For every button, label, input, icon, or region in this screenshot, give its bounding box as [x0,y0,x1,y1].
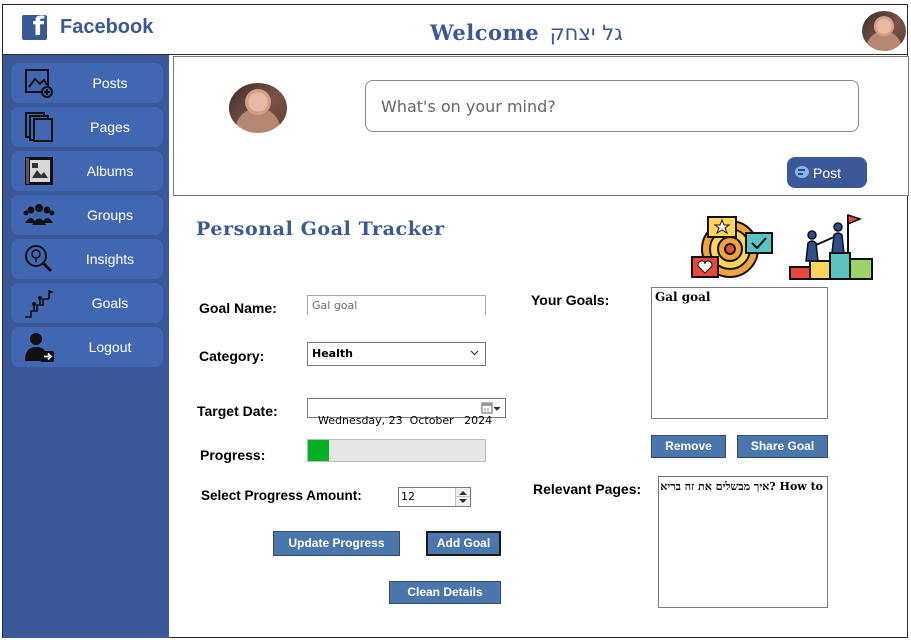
progress-bar [307,439,486,462]
sidebar-item-groups[interactable]: Groups [11,195,163,235]
calendar-dropdown-icon[interactable] [481,402,501,415]
add-goal-button[interactable]: Add Goal [426,531,501,556]
your-goals-label: Your Goals: [531,292,610,308]
sidebar-item-label: Pages [90,119,130,135]
post-input-box[interactable] [365,80,859,132]
category-value: Health [312,347,353,360]
stepper-arrows [455,488,470,506]
profile-avatar[interactable] [862,11,906,51]
list-item[interactable]: How to ?איך מבשלים את זה בריא [659,477,823,493]
stepper-up-button[interactable] [456,488,470,497]
sidebar-item-goals[interactable]: Goals [11,283,163,323]
composer-avatar [229,83,287,133]
team-climb-icon [789,213,873,280]
sidebar-item-albums[interactable]: Albums [11,151,163,191]
sidebar-item-label: Groups [87,207,133,223]
sidebar-item-label: Albums [86,163,134,179]
welcome-label: Welcome [430,20,540,45]
sidebar-item-label: Insights [85,251,135,267]
goal-name-field[interactable] [307,295,486,315]
goals-list[interactable]: Gal goal [651,287,828,419]
select-progress-amount-label: Select Progress Amount: [201,488,362,503]
sidebar-item-pages[interactable]: Pages [11,107,163,147]
stepper-down-button[interactable] [456,497,470,506]
post-button-label: Post [813,165,842,181]
post-button[interactable]: Post [787,157,867,188]
groups-icon [23,204,55,225]
target-goals-icon [691,216,773,278]
sidebar-item-label: Goals [91,295,129,311]
sidebar-item-label: Logout [88,339,132,355]
insights-icon [25,245,53,273]
goal-name-input[interactable] [308,296,485,315]
progress-fill [308,440,330,461]
post-input[interactable] [366,81,858,131]
progress-amount-stepper[interactable]: 12 [398,487,471,507]
remove-button[interactable]: Remove [651,435,726,458]
share-goal-button[interactable]: Share Goal [737,435,828,458]
sidebar-item-posts[interactable]: Posts [11,63,163,103]
sidebar: Posts Pages Albums Groups Insights Goals… [3,55,169,638]
albums-icon [25,157,53,185]
app-title: Facebook [60,16,154,38]
target-date-label: Target Date: [197,403,278,419]
sidebar-item-logout[interactable]: Logout [11,327,163,367]
welcome-banner: Welcome גל יצחק [430,20,623,45]
progress-amount-value: 12 [401,490,415,503]
goal-tracker-title: Personal Goal Tracker [196,218,445,240]
target-date-picker[interactable]: Wednesday, 23 October 2024 [307,398,506,427]
relevant-pages-label: Relevant Pages: [533,481,642,497]
arrow-up-icon [459,491,467,495]
facebook-logo-icon: f [22,12,47,42]
post-icon [795,166,809,178]
list-item[interactable]: Gal goal [652,288,827,304]
goals-icon [25,290,54,318]
posts-icon [25,69,53,98]
clean-details-button[interactable]: Clean Details [389,581,501,604]
pages-icon [25,112,53,142]
sidebar-item-insights[interactable]: Insights [11,239,163,279]
logout-icon [25,333,54,362]
sidebar-item-label: Posts [92,75,128,91]
update-progress-button[interactable]: Update Progress [273,531,400,556]
user-name: גל יצחק [549,21,623,45]
progress-label: Progress: [200,447,266,463]
arrow-down-icon [459,499,467,503]
chevron-down-icon [470,350,479,356]
category-label: Category: [199,348,265,364]
relevant-pages-list[interactable]: How to ?איך מבשלים את זה בריא [658,476,828,608]
goal-name-label: Goal Name: [199,300,277,316]
target-date-value: Wednesday, 23 October 2024 [318,414,493,427]
category-select[interactable]: Health [307,342,486,366]
